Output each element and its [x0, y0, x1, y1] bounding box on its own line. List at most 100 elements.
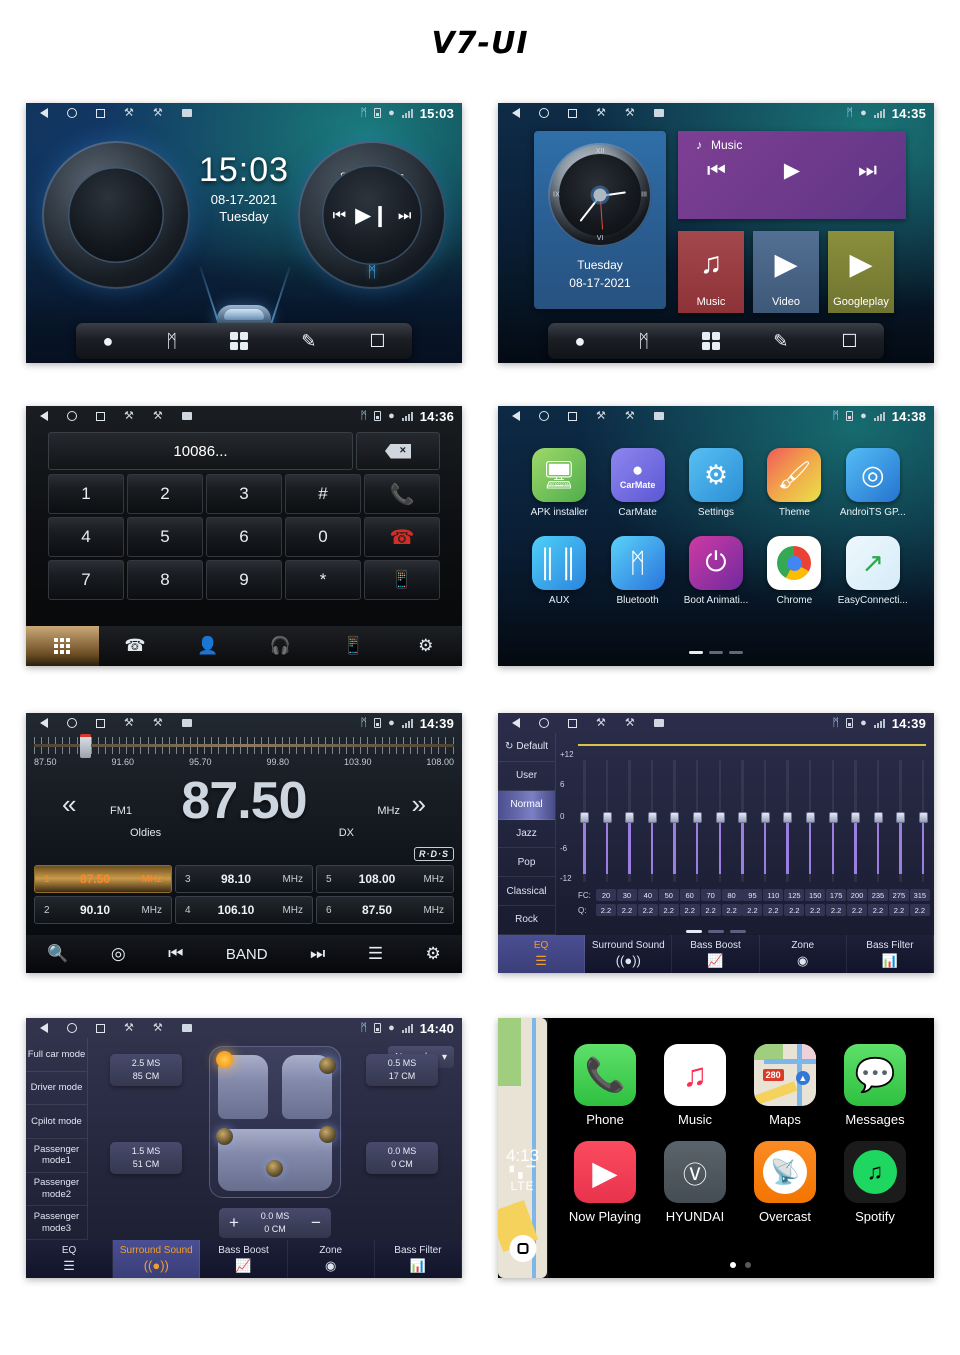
eq-preset-jazz[interactable]: Jazz: [498, 820, 555, 849]
app-bluetooth[interactable]: ᛗ Bluetooth: [598, 536, 676, 606]
back-icon[interactable]: [512, 411, 520, 421]
slider-thumb[interactable]: [873, 812, 883, 823]
q-value[interactable]: 2.2: [596, 904, 616, 916]
home-icon[interactable]: [67, 718, 77, 728]
fc-value[interactable]: 200: [847, 889, 868, 901]
carplay-app-phone[interactable]: 📞 Phone: [560, 1044, 650, 1127]
music-widget[interactable]: ♪ Music ⏮ ▶ ⏭: [678, 131, 906, 219]
recents-icon[interactable]: [96, 1023, 105, 1033]
home-icon[interactable]: [539, 718, 549, 728]
app-easyconnection[interactable]: ↗ EasyConnecti...: [834, 536, 912, 606]
back-icon[interactable]: [512, 108, 520, 118]
q-value[interactable]: 2.2: [742, 904, 763, 916]
page-dot[interactable]: [709, 651, 723, 654]
play-pause-icon[interactable]: ▶❙: [355, 203, 389, 228]
mode-cpilot[interactable]: Cpilot mode: [26, 1105, 87, 1139]
carplay-home-icon[interactable]: [509, 1235, 536, 1262]
slider-thumb[interactable]: [805, 812, 815, 823]
key-0[interactable]: 0: [285, 517, 361, 557]
theme-brush-icon[interactable]: ✎: [773, 332, 788, 350]
bluetooth-icon[interactable]: ᛗ: [166, 332, 177, 350]
prev-track-icon[interactable]: ⏮: [168, 944, 183, 964]
app-boot-animation[interactable]: ⏻ Boot Animati...: [677, 536, 755, 606]
slider-thumb[interactable]: [715, 812, 725, 823]
back-icon[interactable]: [40, 411, 48, 421]
radio-icon[interactable]: ☐: [369, 332, 385, 350]
carplay-app-music[interactable]: ♫ Music: [650, 1044, 740, 1127]
app-aux[interactable]: ║║ AUX: [520, 536, 598, 606]
bluetooth-icon[interactable]: ᛗ: [638, 332, 649, 350]
phone-sync-icon[interactable]: 📱: [317, 636, 390, 656]
delay-rear-left[interactable]: 1.5 MS 51 CM: [110, 1142, 182, 1174]
back-icon[interactable]: [512, 718, 520, 728]
eq-band-slider[interactable]: [828, 750, 838, 886]
settings-icon[interactable]: ⚙: [426, 944, 441, 964]
listener-position-marker[interactable]: [216, 1051, 233, 1068]
q-value[interactable]: 2.2: [867, 904, 888, 916]
hangup-button[interactable]: ☎: [364, 517, 440, 557]
call-log-icon[interactable]: ☎: [99, 636, 172, 656]
fc-value[interactable]: 315: [909, 889, 930, 901]
tab-surround-sound[interactable]: Surround Sound ((●)): [585, 935, 673, 973]
tab-bass-boost[interactable]: Bass Boost 📈: [672, 935, 760, 973]
eq-preset-user[interactable]: User: [498, 762, 555, 791]
fc-value[interactable]: 50: [658, 889, 679, 901]
fc-value[interactable]: 60: [679, 889, 700, 901]
carplay-app-overcast[interactable]: 📡 Overcast: [740, 1141, 830, 1224]
carplay-app-maps[interactable]: 280 ▲ Maps: [740, 1044, 830, 1127]
tab-surround-sound[interactable]: Surround Sound ((●)): [113, 1240, 201, 1278]
q-value[interactable]: 2.2: [847, 904, 868, 916]
q-value[interactable]: 2.2: [763, 904, 784, 916]
page-dot[interactable]: [729, 1262, 736, 1268]
mode-full-car[interactable]: Full car mode: [26, 1038, 87, 1072]
key-2[interactable]: 2: [127, 474, 203, 514]
recents-icon[interactable]: [96, 718, 105, 728]
key-1[interactable]: 1: [48, 474, 124, 514]
key-5[interactable]: 5: [127, 517, 203, 557]
q-value[interactable]: 2.2: [700, 904, 721, 916]
eq-band-slider[interactable]: [783, 750, 793, 886]
delay-front-left[interactable]: 2.5 MS 85 CM: [110, 1054, 182, 1086]
volume-knob[interactable]: [42, 141, 190, 289]
q-value[interactable]: 2.2: [784, 904, 805, 916]
tile-music[interactable]: ♫ Music: [678, 231, 744, 313]
increase-button[interactable]: +: [229, 1213, 239, 1233]
fc-value[interactable]: 175: [826, 889, 847, 901]
q-value[interactable]: 2.2: [679, 904, 700, 916]
q-value[interactable]: 2.2: [826, 904, 847, 916]
home-icon[interactable]: [539, 411, 549, 421]
slider-thumb[interactable]: [738, 812, 748, 823]
delay-rear-right[interactable]: 0.0 MS 0 CM: [366, 1142, 438, 1174]
next-track-icon[interactable]: ⏭: [310, 944, 325, 964]
tile-video[interactable]: ▶ Video: [753, 231, 819, 313]
tile-googleplay[interactable]: ▶ Googleplay: [828, 231, 894, 313]
eq-band-slider[interactable]: [851, 750, 861, 886]
back-icon[interactable]: [40, 1023, 48, 1033]
delete-button[interactable]: [356, 432, 440, 470]
eq-band-slider[interactable]: [715, 750, 725, 886]
call-button[interactable]: 📞: [364, 474, 440, 514]
eq-band-slider[interactable]: [738, 750, 748, 886]
key-8[interactable]: 8: [127, 560, 203, 600]
carplay-app-hyundai[interactable]: Ⓥ HYUNDAI: [650, 1141, 740, 1224]
eq-band-slider[interactable]: [580, 750, 589, 886]
mode-passenger-1[interactable]: Passenger mode1: [26, 1139, 87, 1173]
tab-zone[interactable]: Zone ◉: [288, 1240, 375, 1278]
equalizer-icon[interactable]: ☰: [368, 944, 383, 964]
home-icon[interactable]: [539, 108, 549, 118]
eq-preset-pop[interactable]: Pop: [498, 848, 555, 878]
carplay-app-messages[interactable]: 💬 Messages: [830, 1044, 920, 1127]
fc-value[interactable]: 275: [888, 889, 909, 901]
home-icon[interactable]: [67, 1023, 77, 1033]
slider-thumb[interactable]: [625, 812, 635, 823]
page-dot[interactable]: [744, 1262, 751, 1268]
band-button[interactable]: BAND: [226, 946, 268, 963]
key-7[interactable]: 7: [48, 560, 124, 600]
app-chrome[interactable]: Chrome: [755, 536, 833, 606]
carplay-app-now-playing[interactable]: ▶ Now Playing: [560, 1141, 650, 1224]
preset-5[interactable]: 5 108.00 MHz: [316, 865, 454, 893]
fc-value[interactable]: 150: [805, 889, 826, 901]
key-hash[interactable]: #: [285, 474, 361, 514]
eq-band-slider[interactable]: [896, 750, 906, 886]
recents-icon[interactable]: [96, 108, 105, 118]
